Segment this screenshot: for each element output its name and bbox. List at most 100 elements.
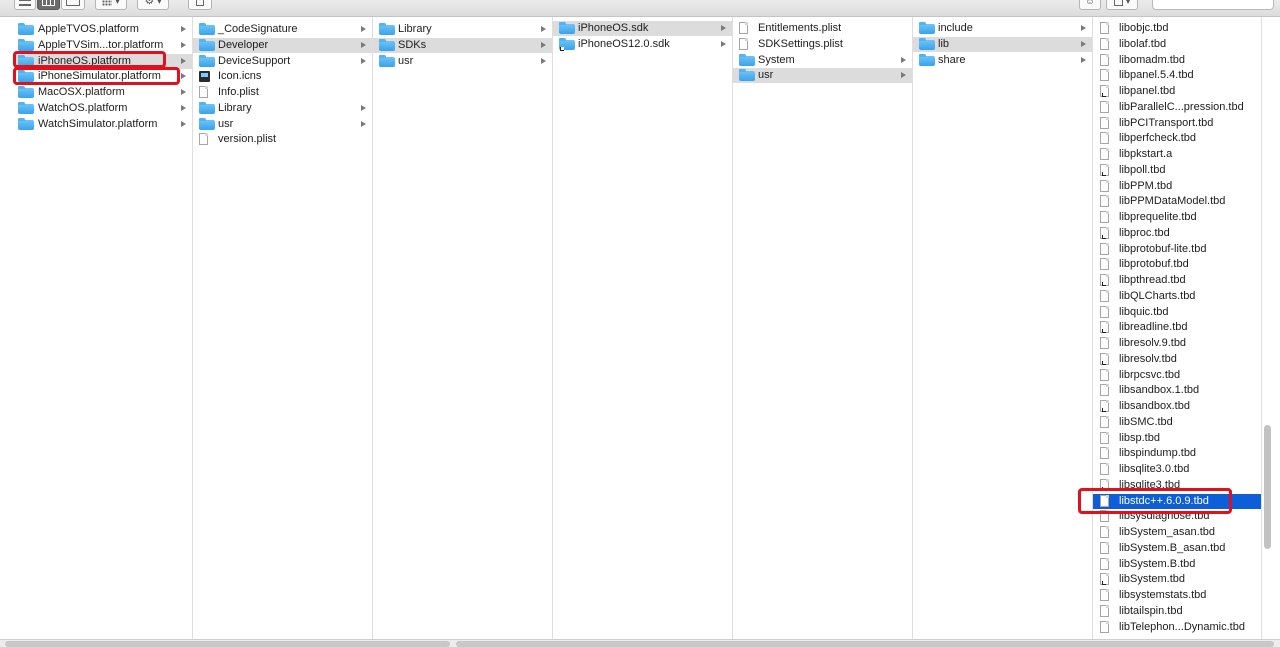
file-item[interactable]: libtailspin.tbd — [1093, 604, 1261, 619]
folder-icon — [199, 38, 215, 51]
file-item[interactable]: libpkstart.a — [1093, 147, 1261, 162]
vertical-scrollbar-thumb[interactable] — [1264, 425, 1271, 549]
file-item[interactable]: libsp.tbd — [1093, 431, 1261, 446]
folder-item[interactable]: Library — [193, 101, 372, 116]
document-icon — [1100, 69, 1109, 82]
item-label: share — [938, 53, 966, 66]
file-item[interactable]: libSystem.B_asan.tbd — [1093, 541, 1261, 556]
browser-column-1[interactable]: AppleTVOS.platform AppleTVSim...tor.platf… — [14, 17, 193, 639]
folder-item[interactable]: include — [913, 21, 1092, 36]
folder-item[interactable]: Developer — [193, 37, 372, 53]
disclosure-arrow-icon — [541, 57, 546, 64]
user-button[interactable]: ☺ — [1079, 0, 1101, 10]
file-item[interactable]: libreadline.tbd — [1093, 320, 1261, 335]
file-item[interactable]: libpthread.tbd — [1093, 273, 1261, 288]
file-item[interactable]: libsandbox.1.tbd — [1093, 383, 1261, 398]
folder-item[interactable]: DeviceSupport — [193, 54, 372, 69]
file-item[interactable]: libTelephon...Dynamic.tbd — [1093, 620, 1261, 635]
file-item[interactable]: libPCITransport.tbd — [1093, 116, 1261, 131]
file-item[interactable]: libspindump.tbd — [1093, 446, 1261, 461]
file-item[interactable]: libresolv.tbd — [1093, 352, 1261, 367]
file-item[interactable]: libomadm.tbd — [1093, 53, 1261, 68]
browser-column-4[interactable]: iPhoneOS.sdk iPhoneOS12.0.sdk — [553, 17, 733, 639]
folder-item[interactable]: System — [733, 53, 912, 68]
file-item[interactable]: libSMC.tbd — [1093, 415, 1261, 430]
document-icon — [1100, 226, 1109, 239]
file-item[interactable]: libQLCharts.tbd — [1093, 289, 1261, 304]
folder-icon — [18, 23, 34, 35]
file-item[interactable]: libquic.tbd — [1093, 305, 1261, 320]
file-item[interactable]: libprotobuf-lite.tbd — [1093, 242, 1261, 257]
column-view-button[interactable] — [37, 0, 60, 10]
folder-item[interactable]: AppleTVOS.platform — [14, 22, 192, 37]
document-icon — [1100, 352, 1109, 365]
scrollbar-thumb[interactable] — [456, 641, 1274, 647]
folder-item[interactable]: Library — [373, 22, 552, 37]
folder-item[interactable]: WatchSimulator.platform — [14, 117, 192, 132]
folder-icon — [18, 101, 34, 114]
file-item[interactable]: librpcsvc.tbd — [1093, 368, 1261, 383]
alias-arrow-icon — [1102, 581, 1106, 586]
list-view-button[interactable] — [14, 0, 36, 10]
browser-column-6[interactable]: include lib share — [913, 17, 1093, 639]
file-item[interactable]: libParallelC...pression.tbd — [1093, 100, 1261, 115]
item-label: libolaf.tbd — [1119, 37, 1167, 50]
file-item[interactable]: libpanel.5.4.tbd — [1093, 68, 1261, 83]
folder-icon — [919, 37, 935, 50]
item-label: libSystem.tbd — [1119, 573, 1186, 586]
file-item[interactable]: SDKSettings.plist — [733, 37, 912, 52]
share-button[interactable] — [188, 0, 212, 10]
folder-item[interactable]: usr — [373, 54, 552, 69]
file-item[interactable]: libprotobuf.tbd — [1093, 257, 1261, 272]
file-item[interactable]: libperfcheck.tbd — [1093, 131, 1261, 146]
file-item[interactable]: libSystem.tbd — [1093, 572, 1261, 587]
folder-item[interactable]: WatchOS.platform — [14, 101, 192, 116]
file-item[interactable]: libolaf.tbd — [1093, 37, 1261, 52]
folder-item[interactable]: iPhoneOS12.0.sdk — [553, 37, 732, 52]
file-item[interactable]: libPPMDataModel.tbd — [1093, 194, 1261, 209]
document-icon — [199, 133, 208, 146]
file-item[interactable]: libobjc.tbd — [1093, 21, 1261, 36]
file-item[interactable]: libsqlite3.0.tbd — [1093, 462, 1261, 477]
disclosure-arrow-icon — [361, 120, 366, 127]
file-item[interactable]: libSystem.B.tbd — [1093, 557, 1261, 572]
file-item[interactable]: libsandbox.tbd — [1093, 399, 1261, 414]
file-item[interactable]: libpanel.tbd — [1093, 84, 1261, 99]
tags-button[interactable]: ▾ — [1106, 0, 1138, 10]
alias-arrow-icon — [1102, 360, 1106, 365]
file-item[interactable]: libprequelite.tbd — [1093, 210, 1261, 225]
folder-item[interactable]: SDKs — [373, 37, 552, 53]
file-item[interactable]: Info.plist — [193, 85, 372, 100]
file-item[interactable]: libPPM.tbd — [1093, 179, 1261, 194]
folder-item[interactable]: share — [913, 53, 1092, 68]
file-item[interactable]: Entitlements.plist — [733, 21, 912, 36]
browser-column-7[interactable]: libobjc.tbd libolaf.tbd libomadm.tbd libpan… — [1093, 17, 1262, 639]
item-label: usr — [758, 69, 774, 82]
arrange-button[interactable]: ▾ — [95, 0, 127, 10]
folder-item[interactable]: lib — [913, 36, 1092, 52]
browser-column-2[interactable]: _CodeSignature Developer DeviceSupport Icon… — [193, 17, 373, 639]
file-item[interactable]: libresolv.9.tbd — [1093, 336, 1261, 351]
folder-item[interactable]: iPhoneOS.sdk — [553, 21, 732, 36]
file-item[interactable]: libproc.tbd — [1093, 226, 1261, 241]
file-item[interactable]: Icon.icns — [193, 69, 372, 84]
user-icon: ☺ — [1084, 0, 1096, 7]
file-item[interactable]: libpoll.tbd — [1093, 163, 1261, 178]
file-item[interactable]: version.plist — [193, 132, 372, 147]
folder-item[interactable]: usr — [733, 68, 912, 84]
folder-item[interactable]: MacOSX.platform — [14, 85, 192, 100]
list-view-icon — [19, 0, 31, 6]
browser-column-5[interactable]: Entitlements.plist SDKSettings.plist Syste… — [733, 17, 913, 639]
folder-item[interactable]: _CodeSignature — [193, 22, 372, 37]
folder-item[interactable]: usr — [193, 117, 372, 132]
item-label: libQLCharts.tbd — [1119, 289, 1196, 302]
folder-icon — [18, 117, 34, 130]
file-item[interactable]: libsystemstats.tbd — [1093, 588, 1261, 603]
action-button[interactable]: ⚙ ▾ — [137, 0, 169, 10]
browser-column-3[interactable]: Library SDKs usr — [373, 17, 553, 639]
search-input[interactable] — [1152, 0, 1274, 10]
horizontal-scrollbar[interactable] — [0, 639, 1280, 647]
file-item[interactable]: libSystem_asan.tbd — [1093, 525, 1261, 540]
folder-icon — [379, 38, 395, 51]
cover-flow-button[interactable] — [61, 0, 85, 10]
